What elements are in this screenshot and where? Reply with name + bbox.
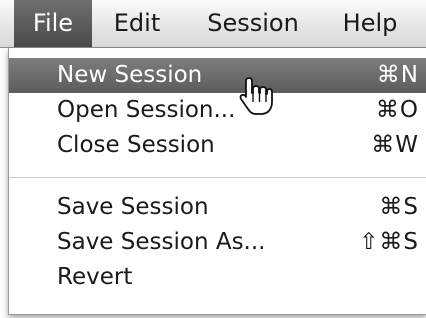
menu-item-save-session[interactable]: Save Session ⌘S	[9, 190, 426, 225]
menu-item-shortcut: ⌘N	[376, 62, 419, 88]
menu-item-new-session[interactable]: New Session ⌘N	[9, 58, 426, 93]
menu-bar: File Edit Session Help	[0, 0, 426, 48]
menu-item-label: Save Session As...	[57, 229, 266, 255]
menu-item-label: Close Session	[57, 132, 215, 158]
menu-item-label: New Session	[57, 62, 203, 88]
menu-item-label: Revert	[57, 264, 133, 290]
hand-pointer-icon	[239, 77, 273, 115]
menu-item-label: Save Session	[57, 194, 209, 220]
menu-item-revert[interactable]: Revert	[9, 260, 426, 295]
menu-separator	[9, 177, 426, 178]
menu-item-label: Open Session...	[57, 97, 236, 123]
menu-edit[interactable]: Edit	[104, 0, 170, 47]
menu-session[interactable]: Session	[188, 0, 318, 47]
menu-item-open-session[interactable]: Open Session... ⌘O	[9, 93, 426, 128]
menu-item-close-session[interactable]: Close Session ⌘W	[9, 128, 426, 163]
file-dropdown-menu: New Session ⌘N Open Session... ⌘O Close …	[8, 48, 426, 315]
menu-item-save-session-as[interactable]: Save Session As... ⇧⌘S	[9, 225, 426, 260]
menu-item-shortcut: ⌘W	[371, 132, 419, 158]
menu-item-shortcut: ⌘S	[379, 194, 419, 220]
menu-item-shortcut: ⇧⌘S	[359, 229, 419, 255]
screenshot-canvas: File Edit Session Help New Session ⌘N Op…	[0, 0, 426, 318]
menu-file[interactable]: File	[14, 0, 92, 47]
menu-item-shortcut: ⌘O	[375, 97, 419, 123]
menu-help[interactable]: Help	[330, 0, 410, 47]
